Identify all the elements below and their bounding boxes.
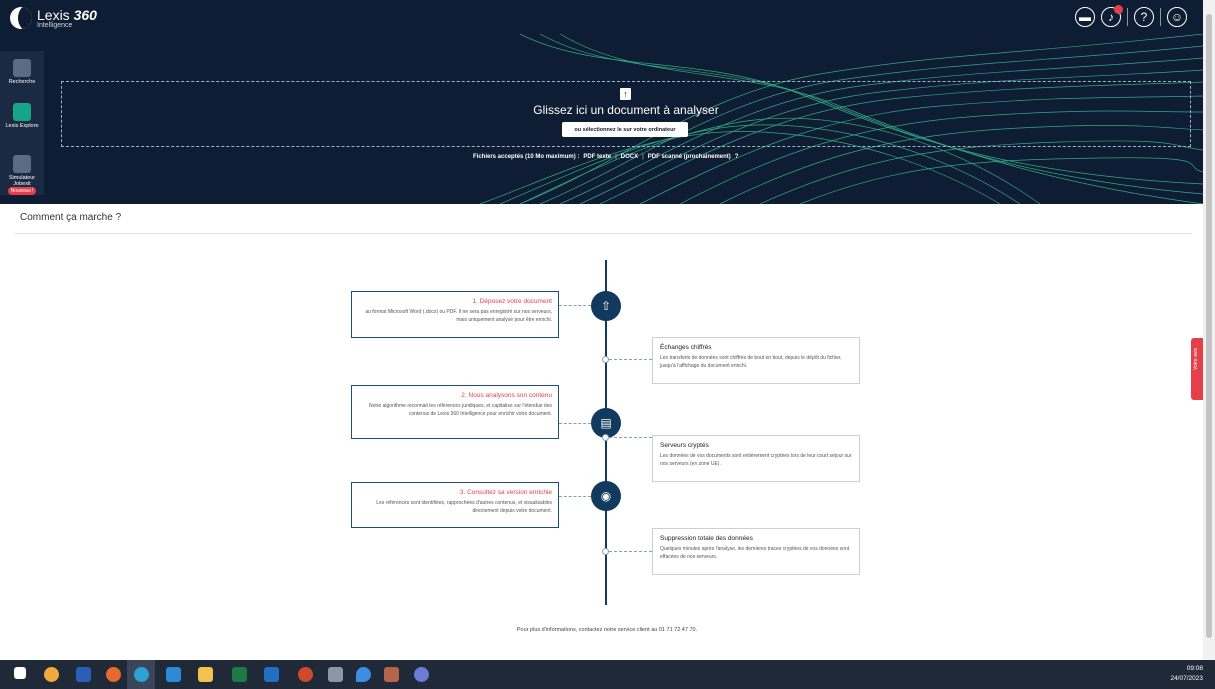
sidebar-item-label: Simulateur Jobexit bbox=[8, 175, 36, 187]
step-card-1: 1. Déposez votre document au format Micr… bbox=[351, 291, 559, 338]
section-divider bbox=[15, 233, 1191, 234]
outlook-icon[interactable] bbox=[264, 667, 279, 682]
chrome-icon[interactable] bbox=[44, 667, 59, 682]
timeline-dot bbox=[602, 548, 609, 555]
bell-icon[interactable]: ♪ bbox=[1101, 5, 1123, 27]
clock-time: 09:08 bbox=[1186, 665, 1203, 672]
excel-icon[interactable] bbox=[232, 667, 247, 682]
windows-taskbar bbox=[0, 660, 1215, 689]
accepted-formats: Fichiers acceptés (10 Mo maximum) : PDF … bbox=[473, 154, 739, 160]
connector bbox=[559, 423, 591, 424]
accepted-label: Fichiers acceptés (10 Mo maximum) : bbox=[473, 154, 580, 160]
ie-icon[interactable] bbox=[166, 667, 181, 682]
step-title: 1. Déposez votre document bbox=[472, 298, 553, 305]
sidebar-item-simulateur[interactable]: Simulateur Jobexit Nouveau ! bbox=[0, 155, 44, 195]
new-badge: Nouveau ! bbox=[7, 187, 37, 195]
app-window: Lexis 360 Intelligence ▬ ♪ ? ☺ Recherche… bbox=[0, 0, 1215, 689]
security-title: Échanges chiffrés bbox=[660, 344, 712, 351]
sidebar-item-label: Lexis Explore bbox=[5, 123, 39, 129]
step-title: 2. Nous analysons son contenu bbox=[461, 392, 552, 399]
security-card-3: Suppression totale des données Quelques … bbox=[652, 528, 860, 575]
clock-date: 24/07/2023 bbox=[1170, 675, 1203, 682]
edge-icon[interactable] bbox=[134, 667, 149, 682]
scrollbar-thumb[interactable] bbox=[1206, 14, 1212, 638]
file-explorer-icon[interactable] bbox=[198, 667, 213, 682]
security-card-2: Serveurs cryptés Les données de vos docu… bbox=[652, 435, 860, 482]
security-desc: Les données de vos documents sont entièr… bbox=[660, 453, 852, 467]
connector bbox=[559, 305, 591, 306]
security-title: Suppression totale des données bbox=[660, 535, 753, 542]
security-desc: Quelques minutes après l'analyse, les de… bbox=[660, 546, 850, 560]
windows-start-icon[interactable] bbox=[14, 667, 26, 679]
format-pdf-scanned: PDF scanné (prochainement) bbox=[647, 154, 731, 160]
timeline-dot bbox=[602, 356, 609, 363]
word-icon[interactable] bbox=[76, 667, 91, 682]
page-scrollbar[interactable] bbox=[1203, 0, 1215, 660]
format-pdf-text: PDF texte bbox=[583, 154, 612, 160]
drop-icon[interactable] bbox=[356, 667, 371, 682]
brand-suffix: 360 bbox=[73, 6, 97, 23]
select-file-button[interactable]: ou sélectionnez le sur votre ordinateur bbox=[562, 122, 688, 137]
top-actions: ▬ ♪ ? ☺ bbox=[1075, 5, 1187, 27]
user-icon[interactable]: ☺ bbox=[1167, 7, 1187, 27]
step-card-3: 3. Consultez sa version enrichie Les réf… bbox=[351, 482, 559, 528]
security-card-1: Échanges chiffrés Les transferts de donn… bbox=[652, 337, 860, 384]
logo-mark-icon bbox=[10, 7, 32, 29]
feedback-label: Votre avis bbox=[1193, 348, 1199, 370]
divider bbox=[1160, 8, 1161, 26]
search-icon bbox=[13, 59, 31, 77]
format-docx: DOCX bbox=[620, 154, 639, 160]
top-bar: Lexis 360 Intelligence ▬ ♪ ? ☺ bbox=[0, 0, 1203, 34]
step-card-2: 2. Nous analysons son contenu Notre algo… bbox=[351, 385, 559, 439]
security-title: Serveurs cryptés bbox=[660, 442, 709, 449]
brand-logo[interactable]: Lexis 360 Intelligence bbox=[10, 7, 97, 29]
connector bbox=[609, 551, 652, 552]
contact-note: Pour plus d'informations, contactez notr… bbox=[516, 627, 698, 633]
section-title: Comment ça marche ? bbox=[20, 212, 122, 223]
left-sidebar: Recherche Lexis Explore Simulateur Jobex… bbox=[0, 51, 44, 195]
sidebar-item-label: Recherche bbox=[8, 79, 36, 85]
calculator-icon bbox=[13, 155, 31, 173]
connector bbox=[609, 437, 652, 438]
security-desc: Les transferts de données sont chiffrés … bbox=[660, 355, 842, 369]
powerpoint-icon[interactable] bbox=[298, 667, 313, 682]
sidebar-item-recherche[interactable]: Recherche bbox=[0, 59, 44, 85]
eye-icon: ◉ bbox=[591, 481, 621, 511]
notification-dot bbox=[1114, 5, 1123, 14]
timeline-dot bbox=[602, 434, 609, 441]
taskbar-clock[interactable]: 09:08 24/07/2023 bbox=[1170, 664, 1203, 684]
connector bbox=[609, 359, 652, 360]
explore-icon bbox=[13, 103, 31, 121]
teams-icon[interactable] bbox=[384, 667, 399, 682]
step-desc: Notre algorithme reconnait les référence… bbox=[369, 403, 552, 417]
formats-help-icon[interactable]: ? bbox=[735, 154, 739, 160]
app-icon[interactable] bbox=[328, 667, 343, 682]
connector bbox=[559, 496, 591, 497]
app-icon[interactable] bbox=[414, 667, 429, 682]
step-desc: au format Microsoft Word (.docx) ou PDF.… bbox=[365, 309, 552, 323]
upload-icon: ↑ bbox=[620, 88, 631, 100]
step-desc: Les références sont identifiées, rapproc… bbox=[376, 500, 552, 514]
divider bbox=[1127, 8, 1128, 26]
folder-icon[interactable]: ▬ bbox=[1075, 7, 1095, 27]
upload-step-icon: ⇧ bbox=[591, 291, 621, 321]
brand-name: Lexis bbox=[37, 6, 70, 23]
sidebar-item-explore[interactable]: Lexis Explore bbox=[0, 103, 44, 129]
step-title: 3. Consultez sa version enrichie bbox=[459, 489, 552, 496]
help-icon[interactable]: ? bbox=[1134, 7, 1154, 27]
firefox-icon[interactable] bbox=[106, 667, 121, 682]
brand-sub: Intelligence bbox=[37, 21, 73, 29]
drop-title: Glissez ici un document à analyser bbox=[533, 103, 719, 117]
